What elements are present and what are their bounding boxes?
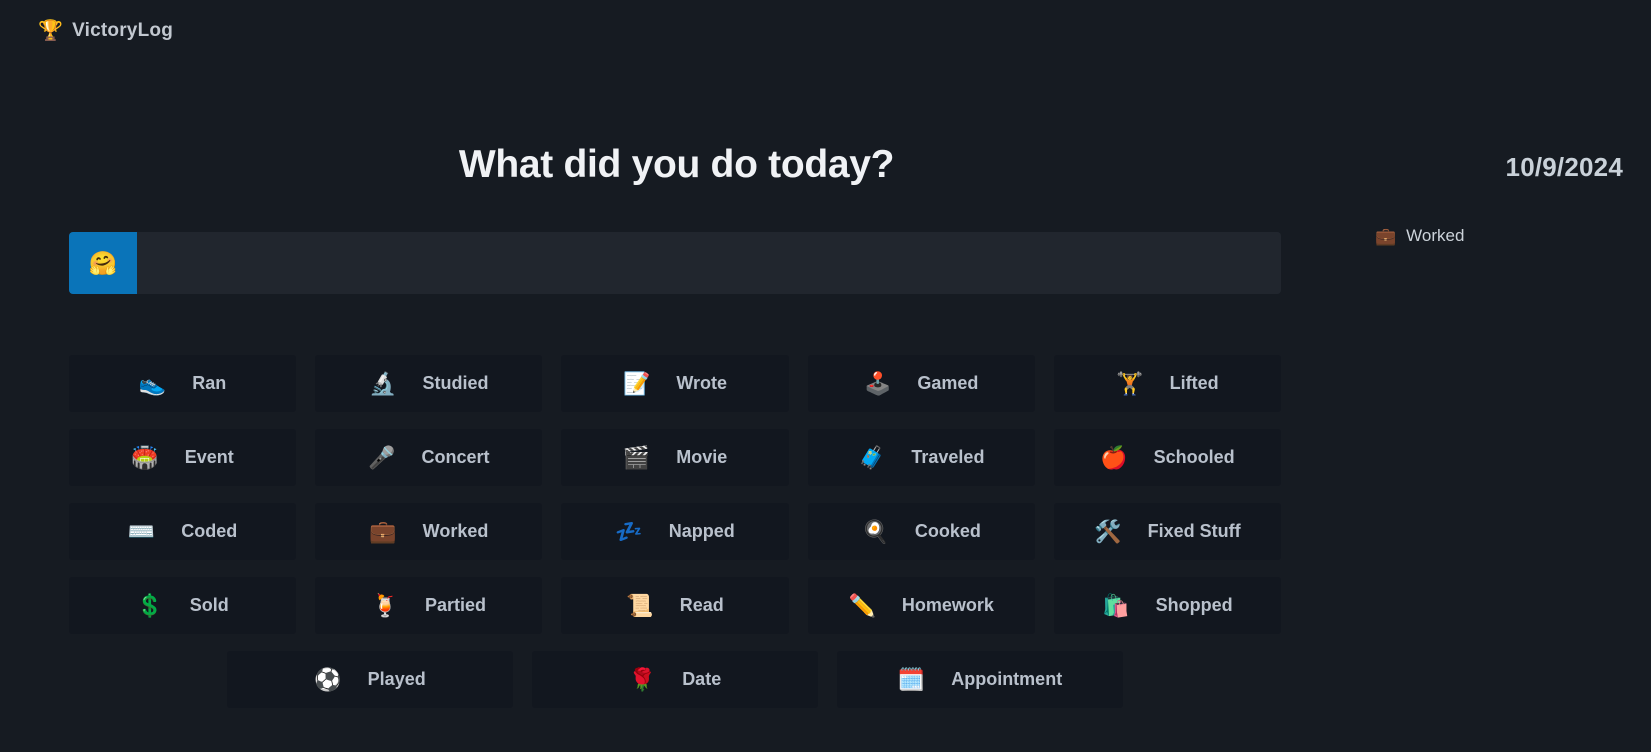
activity-button-date[interactable]: 🌹 Date	[532, 651, 818, 708]
activity-button-appointment[interactable]: 🗓️ Appointment	[837, 651, 1123, 708]
luggage-icon: 🧳	[857, 444, 886, 470]
activity-button-homework[interactable]: ✏️ Homework	[807, 577, 1035, 634]
activity-row-2: 🏟️ Event 🎤 Concert 🎬 Movie 🧳 Traveled 🍎 …	[69, 429, 1282, 486]
emoji-picker-button[interactable]: 🤗	[69, 232, 137, 294]
microscope-icon: 🔬	[369, 370, 397, 396]
activity-button-concert[interactable]: 🎤 Concert	[315, 429, 543, 486]
activity-label: Gamed	[917, 373, 979, 393]
activity-label: Sold	[189, 595, 229, 615]
current-date: 10/9/2024	[1505, 152, 1623, 182]
activity-button-played[interactable]: ⚽ Played	[227, 651, 513, 708]
soccer-ball-icon: ⚽	[314, 666, 342, 692]
activity-label: Date	[682, 669, 722, 689]
activity-label: Appointment	[951, 669, 1063, 689]
activity-button-coded[interactable]: ⌨️ Coded	[69, 503, 297, 560]
tropical-drink-icon: 🍹	[371, 592, 399, 618]
hammer-and-wrench-icon: 🛠️	[1094, 518, 1122, 544]
scroll-icon: 📜	[626, 592, 654, 618]
shopping-bags-icon: 🛍️	[1102, 592, 1130, 618]
joystick-icon: 🕹️	[863, 370, 892, 396]
activity-label: Played	[367, 669, 426, 689]
zzz-icon: 💤	[615, 518, 643, 544]
briefcase-icon: 💼	[369, 518, 397, 544]
activity-label: Studied	[422, 373, 489, 393]
activity-label: Partied	[424, 595, 487, 615]
microphone-icon: 🎤	[368, 444, 396, 470]
activity-button-studied[interactable]: 🔬 Studied	[315, 355, 543, 412]
activity-button-wrote[interactable]: 📝 Wrote	[561, 355, 789, 412]
logged-activity-list: 💼 Worked	[1375, 226, 1639, 246]
activity-button-lifted[interactable]: 🏋️ Lifted	[1053, 355, 1282, 412]
activity-button-schooled[interactable]: 🍎 Schooled	[1053, 429, 1282, 486]
stadium-icon: 🏟️	[131, 444, 159, 470]
activity-button-ran[interactable]: 👟 Ran	[69, 355, 297, 412]
activity-button-shopped[interactable]: 🛍️ Shopped	[1053, 577, 1282, 634]
activity-label: Napped	[668, 521, 735, 541]
main-content: What did you do today? 🤗 👟 Ran 🔬 Studied…	[0, 0, 1353, 752]
list-item[interactable]: 💼 Worked	[1375, 226, 1639, 246]
activity-button-cooked[interactable]: 🍳 Cooked	[807, 503, 1035, 560]
weightlifter-icon: 🏋️	[1116, 370, 1144, 396]
page-title: What did you do today?	[458, 143, 895, 186]
activity-row-1: 👟 Ran 🔬 Studied 📝 Wrote 🕹️ Gamed 🏋️ Lift…	[69, 355, 1282, 412]
activity-label: Fixed Stuff	[1147, 521, 1241, 541]
dollar-sign-icon: 💲	[136, 592, 164, 618]
activity-button-worked[interactable]: 💼 Worked	[315, 503, 543, 560]
activity-label: Cooked	[914, 521, 981, 541]
activity-label: Concert	[421, 447, 490, 467]
activity-button-gamed[interactable]: 🕹️ Gamed	[807, 355, 1035, 412]
cooking-icon: 🍳	[861, 518, 889, 544]
spiral-calendar-icon: 🗓️	[897, 666, 926, 692]
activity-input[interactable]	[137, 232, 1281, 294]
activity-label: Event	[184, 447, 234, 467]
activity-label: Read	[679, 595, 724, 615]
activity-label: Homework	[901, 595, 994, 615]
entry-bar: 🤗	[69, 232, 1281, 294]
activity-button-event[interactable]: 🏟️ Event	[69, 429, 297, 486]
activity-label: Schooled	[1153, 447, 1235, 467]
activity-button-napped[interactable]: 💤 Napped	[561, 503, 789, 560]
pencil-icon: ✏️	[848, 592, 876, 618]
activity-label: Worked	[422, 521, 489, 541]
clapper-board-icon: 🎬	[622, 444, 651, 470]
activity-label: Coded	[181, 521, 238, 541]
apple-icon: 🍎	[1100, 444, 1128, 470]
activity-button-traveled[interactable]: 🧳 Traveled	[807, 429, 1035, 486]
activity-grid: 👟 Ran 🔬 Studied 📝 Wrote 🕹️ Gamed 🏋️ Lift…	[69, 355, 1282, 708]
rose-icon: 🌹	[628, 666, 657, 692]
activity-label: Wrote	[676, 373, 728, 393]
activity-label: Lifted	[1169, 373, 1219, 393]
memo-icon: 📝	[622, 370, 651, 396]
running-shoe-icon: 👟	[138, 370, 167, 396]
activity-label: Traveled	[911, 447, 985, 467]
activity-button-partied[interactable]: 🍹 Partied	[315, 577, 543, 634]
activity-button-movie[interactable]: 🎬 Movie	[561, 429, 789, 486]
activity-label: Ran	[192, 373, 227, 393]
activity-button-sold[interactable]: 💲 Sold	[69, 577, 297, 634]
keyboard-icon: ⌨️	[127, 518, 156, 544]
activity-row-4: 💲 Sold 🍹 Partied 📜 Read ✏️ Homework 🛍️ S…	[69, 577, 1282, 634]
activity-label: Movie	[676, 447, 728, 467]
activity-button-fixed-stuff[interactable]: 🛠️ Fixed Stuff	[1053, 503, 1282, 560]
briefcase-icon: 💼	[1375, 226, 1397, 246]
log-sidebar: 10/9/2024 💼 Worked	[1353, 0, 1651, 752]
activity-button-read[interactable]: 📜 Read	[561, 577, 789, 634]
log-entry-label: Worked	[1406, 226, 1465, 245]
activity-label: Shopped	[1155, 595, 1233, 615]
activity-row-5: ⚽ Played 🌹 Date 🗓️ Appointment	[69, 651, 1281, 708]
activity-row-3: ⌨️ Coded 💼 Worked 💤 Napped 🍳 Cooked 🛠️ F…	[69, 503, 1282, 560]
